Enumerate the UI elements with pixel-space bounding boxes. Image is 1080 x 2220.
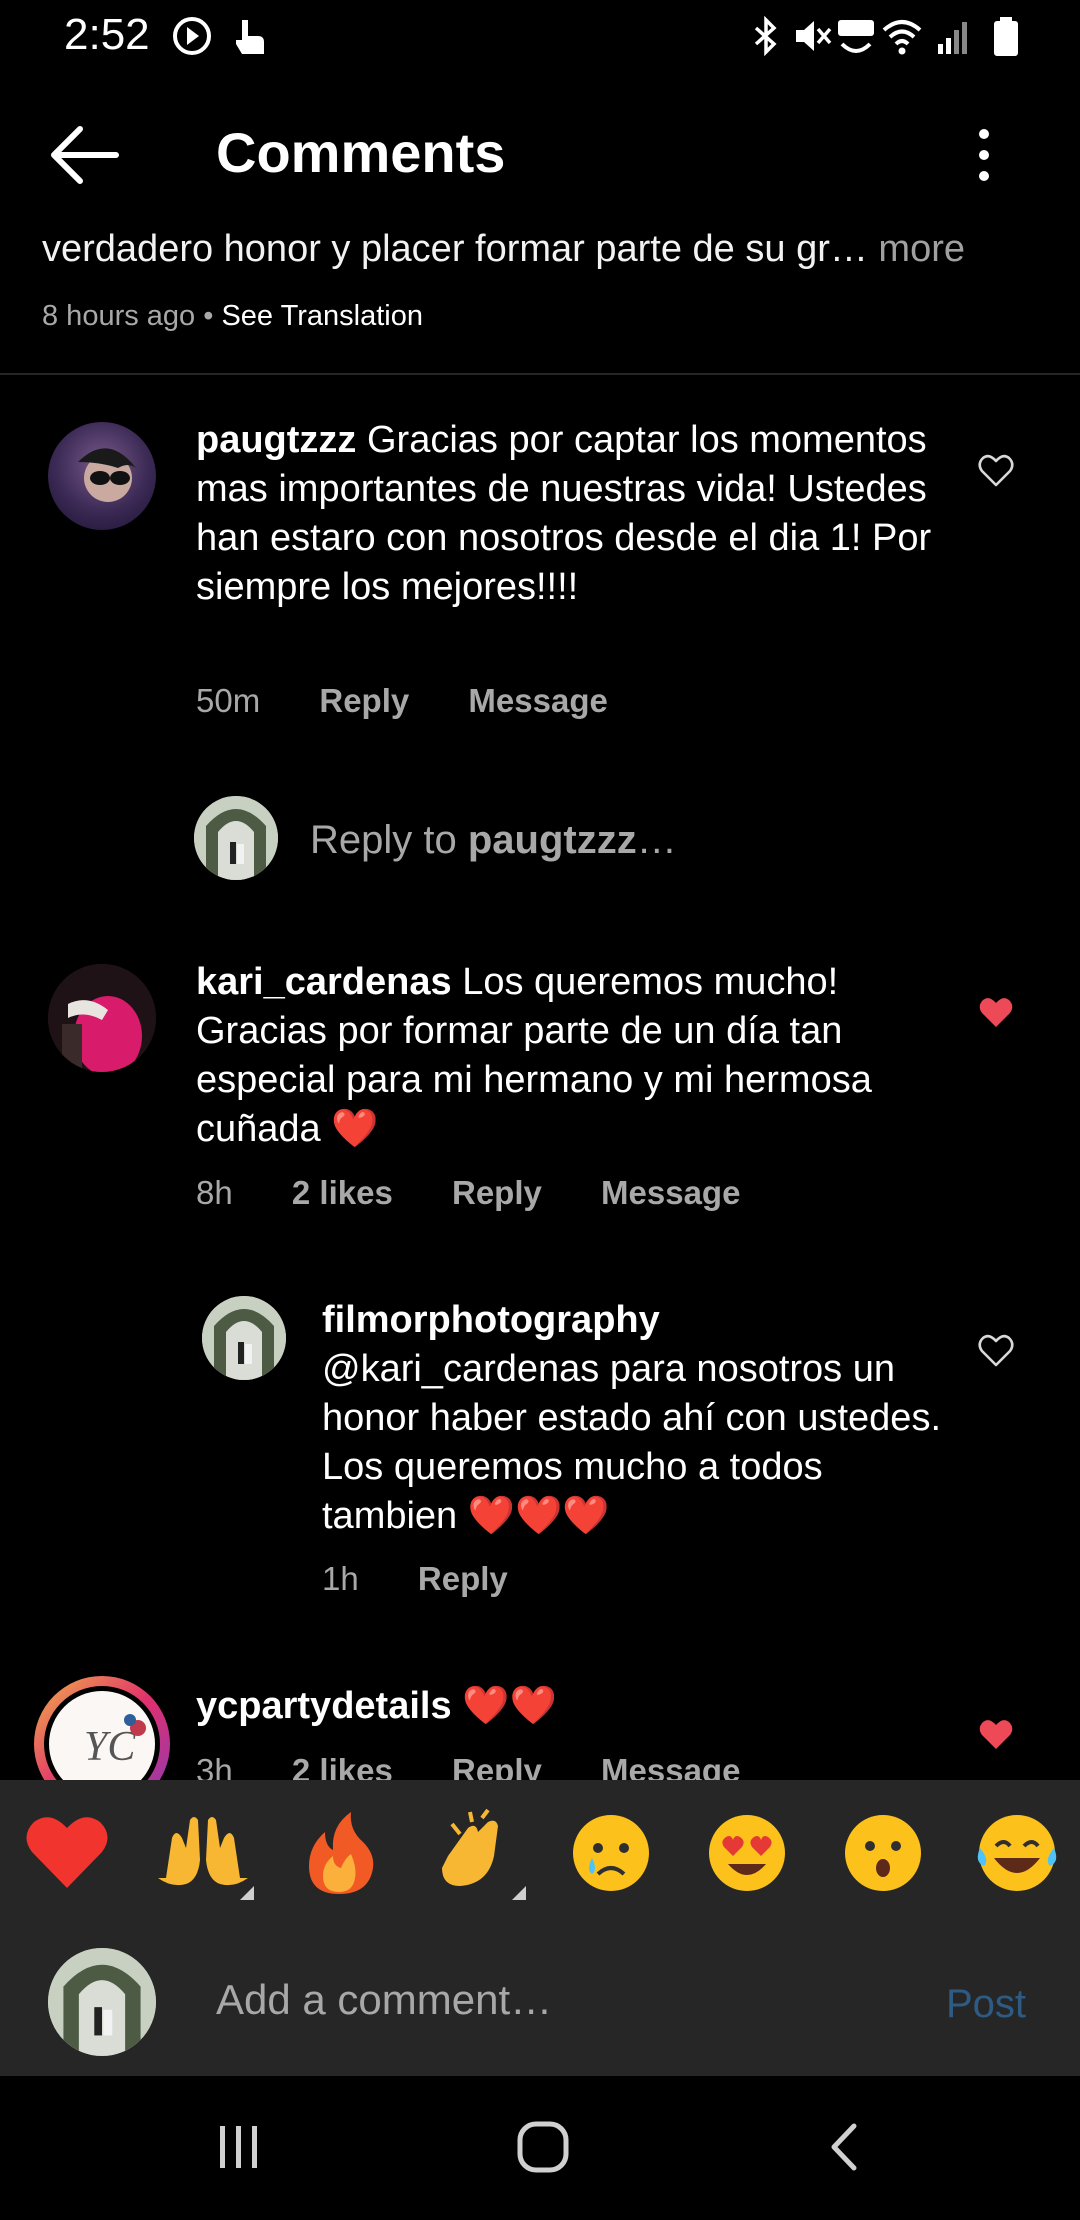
caption-separator: • [203,300,214,332]
post-button[interactable]: Post [946,1982,1026,2027]
see-translation-link[interactable]: See Translation [221,300,423,332]
avatar-kari-cardenas[interactable] [48,964,156,1072]
more-link[interactable]: more [878,228,965,270]
message-button[interactable]: Message [468,682,607,719]
sync-icon [173,17,211,55]
my-avatar [48,1948,156,2056]
caption-meta: 8 hours ago • See Translation [42,300,423,333]
back-arrow-icon[interactable] [44,118,124,192]
comment-time: 8h [196,1174,233,1211]
reply-to-username: paugtzzz [467,818,637,862]
avatar-paugtzzz[interactable] [48,422,156,530]
comment-text: ❤️❤️ [462,1685,557,1727]
emoji-quick-bar [0,1780,1080,1928]
crying-face-emoji[interactable] [566,1808,656,1898]
reply-button[interactable]: Reply [418,1560,508,1597]
avatar-image [194,796,278,880]
signal-icon [938,22,967,54]
like-heart-icon[interactable] [978,454,1014,488]
divider [0,373,1080,375]
comment-body: kari_cardenas Los queremos mucho! Gracia… [196,958,966,1154]
caption-time: 8 hours ago [42,300,196,332]
my-avatar [194,796,278,880]
caption-body: verdadero honor y placer formar parte de… [42,228,868,270]
comment-meta: 50m Reply Message [196,682,658,720]
red-heart-emoji[interactable] [22,1808,112,1898]
surprised-face-emoji[interactable] [838,1808,928,1898]
reply-to-input[interactable]: Reply to paugtzzz… [310,818,677,863]
more-options-icon[interactable] [960,120,1008,190]
mute-icon [796,21,832,51]
like-heart-icon[interactable] [978,1334,1014,1368]
avatar-filmorphotography[interactable] [202,1296,286,1380]
skin-tone-indicator [240,1886,254,1900]
liked-heart-icon[interactable] [978,1718,1014,1752]
comment-username[interactable]: filmorphotography [322,1296,942,1345]
back-nav-icon[interactable] [824,2122,864,2172]
comment-time: 50m [196,682,261,719]
svg-text:YC: YC [84,1724,136,1770]
comment-username[interactable]: kari_cardenas [196,961,452,1003]
liked-heart-icon[interactable] [978,996,1014,1030]
bluetooth-icon [754,15,777,57]
clapping-hands-emoji[interactable] [430,1808,520,1898]
system-navigation-bar [0,2076,1080,2220]
comment-username[interactable]: paugtzzz [196,419,356,461]
status-time: 2:52 [64,10,150,59]
tears-of-joy-emoji[interactable] [972,1808,1062,1898]
home-icon[interactable] [516,2120,570,2174]
wifi-icon [882,20,922,55]
comment-time: 1h [322,1560,359,1597]
reply-to-ellipsis: … [636,818,677,862]
comment-body: paugtzzz Gracias por captar los momentos… [196,416,966,612]
message-button[interactable]: Message [601,1174,740,1211]
comment-body: filmorphotography @kari_cardenas para no… [322,1296,942,1541]
caption-text: verdadero honor y placer formar parte de… [42,228,965,271]
likes-count[interactable]: 2 likes [292,1174,393,1211]
raising-hands-emoji[interactable] [158,1808,248,1898]
touch-icon [236,20,264,54]
heart-eyes-emoji[interactable] [702,1808,792,1898]
avatar-image [202,1296,286,1380]
comment-text: @kari_cardenas para nosotros un honor ha… [322,1348,942,1537]
avatar-image [48,1948,156,2056]
avatar-image [48,964,156,1072]
comment-input[interactable]: Add a comment… [216,1976,552,2024]
comment-meta: 8h 2 likes Reply Message [196,1174,790,1212]
volte-icon [838,20,874,53]
reply-button[interactable]: Reply [452,1174,542,1211]
comment-body: ycpartydetails ❤️❤️ [196,1682,966,1731]
comment-meta: 1h Reply [322,1560,558,1598]
skin-tone-indicator [512,1886,526,1900]
page-title: Comments [216,121,506,184]
avatar-image [78,448,136,502]
reply-button[interactable]: Reply [319,682,409,719]
recent-apps-icon[interactable] [214,2122,264,2172]
fire-emoji[interactable] [294,1808,384,1898]
reply-to-prefix: Reply to [310,818,457,862]
comment-username[interactable]: ycpartydetails [196,1685,452,1727]
battery-icon [994,17,1018,56]
